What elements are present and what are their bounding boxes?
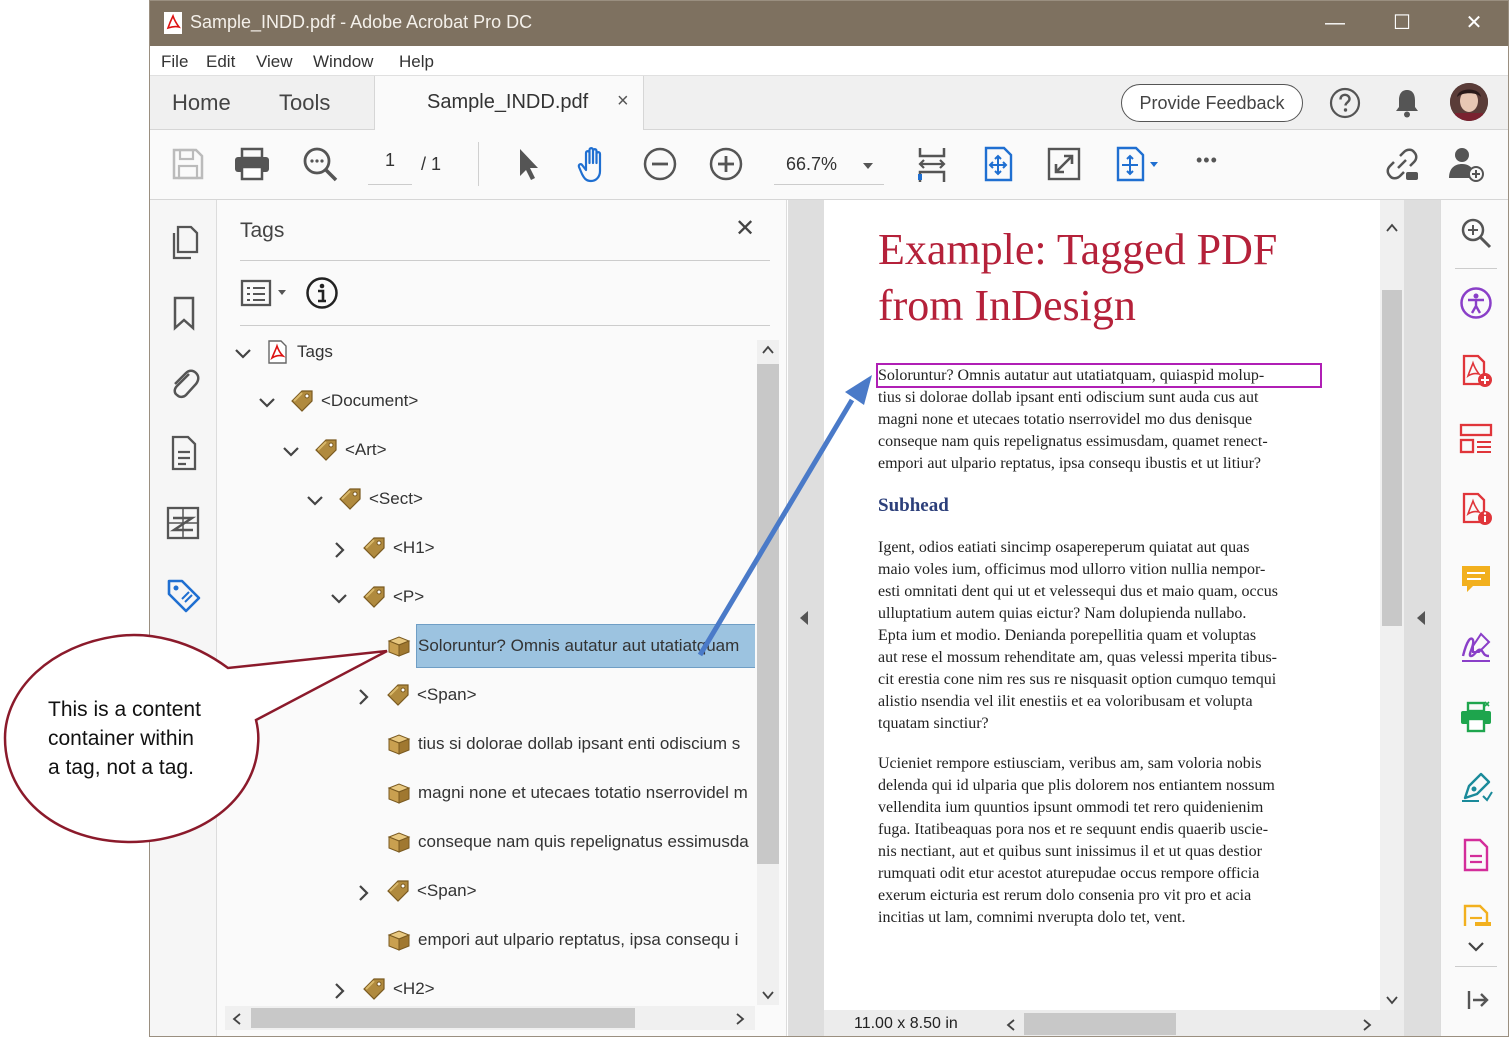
callout-line-1: This is a content xyxy=(48,698,201,721)
callout-line-3: a tag, not a tag. xyxy=(48,756,194,779)
callout-text: This is a content container within a tag… xyxy=(48,695,201,782)
callout-line-2: container within xyxy=(48,727,194,750)
annotation-overlay xyxy=(3,375,872,844)
blue-arrow-line xyxy=(697,398,855,657)
